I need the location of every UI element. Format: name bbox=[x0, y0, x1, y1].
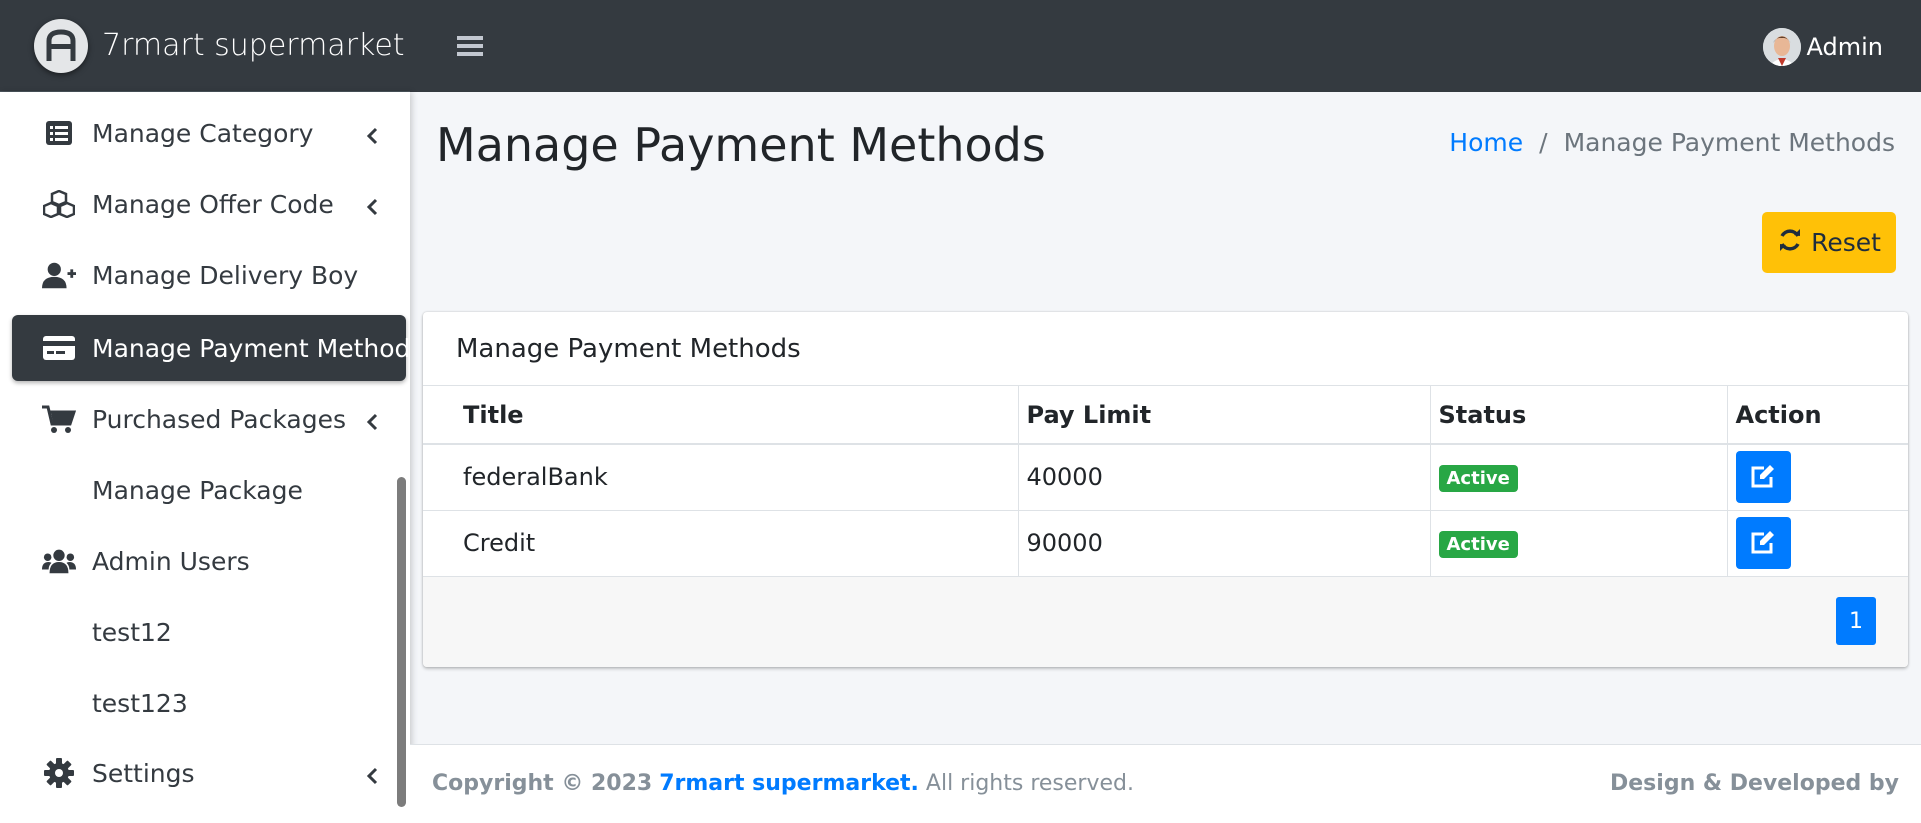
sidebar-item-label: Manage Category bbox=[92, 118, 314, 148]
chevron-left-icon bbox=[366, 762, 378, 791]
brand-name: 7rmart supermarket bbox=[102, 28, 405, 63]
rights-text: All rights reserved. bbox=[925, 771, 1134, 796]
brand-logo-icon bbox=[34, 18, 88, 73]
sidebar-item-test123[interactable]: test123 bbox=[12, 670, 406, 736]
sidebar-item-admin-users[interactable]: Admin Users bbox=[12, 528, 406, 594]
column-header-pay-limit[interactable]: Pay Limit bbox=[1018, 386, 1431, 445]
table-row: Credit 90000 Active bbox=[423, 510, 1908, 577]
reset-button[interactable]: Reset bbox=[1762, 212, 1896, 273]
users-icon bbox=[42, 544, 76, 578]
cart-icon bbox=[42, 402, 76, 436]
sidebar-item-label: Manage Payment Methods bbox=[92, 333, 410, 363]
sidebar-item-manage-delivery-boy[interactable]: Manage Delivery Boy bbox=[12, 242, 406, 308]
cell-action bbox=[1727, 444, 1908, 511]
cell-pay-limit: 40000 bbox=[1018, 444, 1431, 511]
page-title: Manage Payment Methods bbox=[436, 118, 1046, 172]
column-header-title[interactable]: Title bbox=[423, 386, 1019, 445]
breadcrumb-home-link[interactable]: Home bbox=[1449, 128, 1523, 157]
card-footer: 1 bbox=[423, 577, 1908, 667]
user-name: Admin bbox=[1806, 33, 1884, 61]
card-title: Manage Payment Methods bbox=[423, 312, 1908, 386]
sidebar: Manage Category Manage Offer Code Manage… bbox=[0, 92, 410, 823]
pagination-page-1[interactable]: 1 bbox=[1836, 597, 1876, 645]
cell-title: federalBank bbox=[423, 444, 1019, 511]
edit-icon bbox=[1751, 531, 1774, 554]
sidebar-item-label: Admin Users bbox=[92, 546, 250, 576]
footer-brand-link[interactable]: 7rmart supermarket. bbox=[659, 771, 919, 796]
credit-card-icon bbox=[42, 331, 76, 365]
list-icon bbox=[42, 116, 76, 150]
sidebar-item-manage-payment-methods[interactable]: Manage Payment Methods bbox=[12, 315, 410, 381]
user-menu[interactable]: Admin bbox=[1762, 28, 1884, 66]
sidebar-scrollbar[interactable] bbox=[397, 477, 406, 807]
chevron-left-icon bbox=[366, 408, 378, 437]
edit-icon bbox=[1751, 465, 1774, 488]
sidebar-item-test12[interactable]: test12 bbox=[12, 599, 406, 665]
payment-methods-card: Manage Payment Methods Title Pay Limit S… bbox=[423, 312, 1908, 667]
sidebar-item-manage-category[interactable]: Manage Category bbox=[12, 100, 406, 166]
cell-title: Credit bbox=[423, 510, 1019, 577]
sidebar-item-label: Purchased Packages bbox=[92, 404, 346, 434]
sidebar-item-purchased-packages[interactable]: Purchased Packages bbox=[12, 386, 406, 452]
cell-status: Active bbox=[1430, 444, 1728, 511]
column-header-status[interactable]: Status bbox=[1430, 386, 1728, 445]
sidebar-item-label: Manage Offer Code bbox=[92, 189, 334, 219]
sidebar-item-label: test12 bbox=[92, 617, 172, 647]
avatar bbox=[1762, 28, 1801, 66]
sidebar-item-label: Manage Package bbox=[92, 475, 303, 505]
cell-status: Active bbox=[1430, 510, 1728, 577]
table-row: federalBank 40000 Active bbox=[423, 444, 1908, 511]
breadcrumb: Home / Manage Payment Methods bbox=[1449, 128, 1895, 157]
breadcrumb-current: Manage Payment Methods bbox=[1563, 128, 1895, 157]
breadcrumb-separator: / bbox=[1539, 128, 1548, 157]
sidebar-item-manage-package[interactable]: Manage Package bbox=[12, 457, 406, 523]
sidebar-item-label: test123 bbox=[92, 688, 188, 718]
sidebar-item-label: Settings bbox=[92, 758, 195, 788]
edit-button[interactable] bbox=[1735, 451, 1791, 504]
copyright-text: Copyright © 2023 bbox=[432, 771, 653, 796]
cubes-icon bbox=[42, 187, 76, 221]
footer-copyright: Copyright © 2023 7rmart supermarket. All… bbox=[432, 771, 1134, 796]
menu-toggle-icon[interactable] bbox=[448, 24, 492, 68]
top-navbar: Admin bbox=[410, 0, 1921, 92]
cell-pay-limit: 90000 bbox=[1018, 510, 1431, 577]
column-header-action: Action bbox=[1727, 386, 1908, 445]
sidebar-item-settings[interactable]: Settings bbox=[12, 740, 406, 806]
gear-icon bbox=[42, 756, 76, 790]
sidebar-item-label: Manage Delivery Boy bbox=[92, 260, 359, 290]
cell-action bbox=[1727, 510, 1908, 577]
status-badge: Active bbox=[1438, 531, 1518, 558]
user-plus-icon bbox=[42, 258, 76, 292]
chevron-left-icon bbox=[366, 122, 378, 151]
page-footer: Copyright © 2023 7rmart supermarket. All… bbox=[410, 744, 1921, 823]
table-header-row: Title Pay Limit Status Action bbox=[423, 386, 1908, 445]
sidebar-item-manage-offer-code[interactable]: Manage Offer Code bbox=[12, 171, 406, 237]
payment-methods-table: Title Pay Limit Status Action federalBan… bbox=[423, 386, 1908, 577]
reset-button-label: Reset bbox=[1811, 228, 1881, 257]
chevron-left-icon bbox=[366, 193, 378, 222]
refresh-icon bbox=[1777, 227, 1803, 259]
brand-link[interactable]: 7rmart supermarket bbox=[0, 0, 410, 92]
edit-button[interactable] bbox=[1735, 517, 1791, 569]
footer-credit: Design & Developed by bbox=[1610, 771, 1899, 796]
status-badge: Active bbox=[1438, 465, 1518, 493]
